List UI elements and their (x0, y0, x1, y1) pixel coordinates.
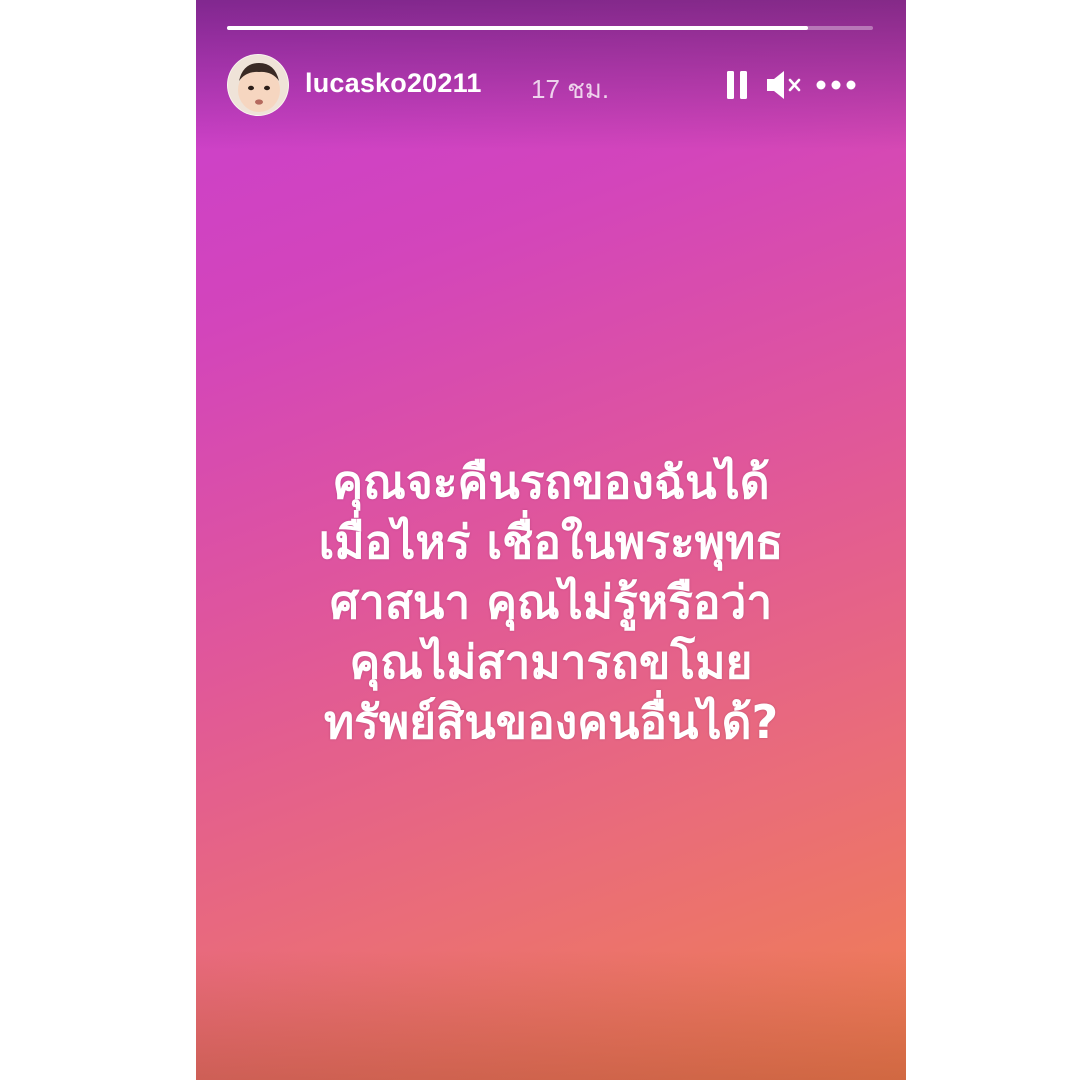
story-progress-fill (227, 26, 809, 30)
story-timestamp: 17 ชม. (531, 74, 610, 104)
story-username[interactable]: lucasko20211 (305, 68, 482, 99)
avatar-face-icon (228, 55, 288, 115)
pause-icon (727, 71, 747, 99)
story-text-line: เมื่อไหร่ เชื่อในพระพุทธ (318, 515, 784, 569)
story-frame[interactable]: lucasko20211 17 ชม. คุณจะคืนรถของฉันได้ … (196, 0, 906, 1080)
story-text-line: ทรัพย์สินของคนอื่นได้? (323, 695, 779, 749)
story-text-line: ศาสนา คุณไม่รู้หรือว่า (329, 575, 773, 629)
pause-button[interactable] (724, 67, 750, 103)
more-horizontal-icon (816, 80, 856, 90)
story-text-line: คุณจะคืนรถของฉันได้ (332, 455, 770, 509)
story-header: lucasko20211 17 ชม. (227, 54, 873, 116)
story-progress-bar (227, 26, 873, 30)
page: lucasko20211 17 ชม. คุณจะคืนรถของฉันได้ … (0, 0, 1080, 1080)
mute-button[interactable] (764, 67, 804, 103)
avatar[interactable] (227, 54, 289, 116)
story-text: คุณจะคืนรถของฉันได้ เมื่อไหร่ เชื่อในพระ… (196, 452, 906, 752)
story-text-line: คุณไม่สามารถขโมย (349, 635, 753, 689)
speaker-muted-icon (767, 71, 801, 99)
more-options-button[interactable] (815, 67, 857, 103)
